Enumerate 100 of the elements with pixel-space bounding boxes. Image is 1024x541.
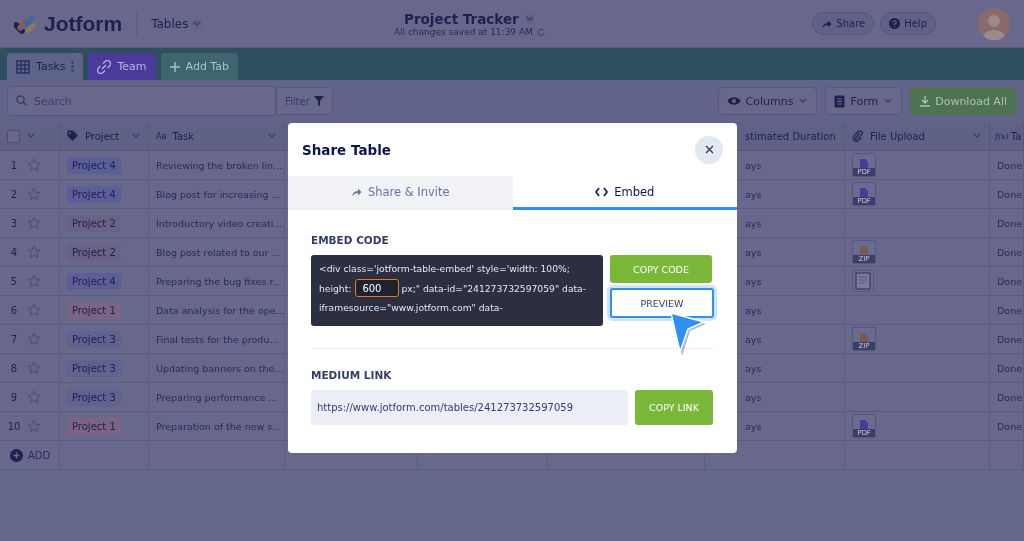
form-icon [834, 94, 846, 108]
plus-icon [169, 61, 180, 72]
table-cell: Final tests for the produ... [156, 333, 279, 345]
document-icon [860, 246, 868, 255]
row-number: 5 [9, 275, 19, 287]
table-cell: ays [745, 304, 762, 316]
table-title: Project Tracker [404, 10, 519, 27]
project-tag: Project 3 [67, 359, 121, 377]
row-number: 1 [9, 159, 19, 171]
document-icon [860, 333, 868, 342]
link-field[interactable]: https://www.jotform.com/tables/241273732597059 [311, 390, 628, 425]
row-number: 8 [9, 362, 19, 374]
table-cell: Done [997, 304, 1022, 316]
star-icon[interactable] [27, 158, 41, 172]
column-header[interactable]: File Upload [870, 130, 925, 142]
project-tag: Project 3 [67, 388, 121, 406]
form-button[interactable]: Form [825, 87, 903, 115]
eye-icon [726, 96, 741, 106]
copy-link-button[interactable]: COPY LINK [635, 390, 713, 425]
star-icon[interactable] [27, 303, 41, 317]
code-line: height: [319, 282, 352, 294]
project-tag: Project 2 [67, 214, 121, 232]
share-icon [350, 186, 362, 197]
table-cell: Done [997, 391, 1022, 403]
avatar-icon [978, 7, 1010, 40]
star-icon[interactable] [27, 419, 41, 433]
star-icon[interactable] [27, 361, 41, 375]
star-icon[interactable] [27, 390, 41, 404]
row-number: 4 [9, 246, 19, 258]
table-cell: Done [997, 362, 1022, 374]
table-cell: ays [745, 391, 762, 403]
column-header[interactable]: Project [85, 130, 120, 142]
preview-button[interactable]: PREVIEW [610, 288, 714, 318]
logo-text: Jotform [44, 11, 123, 36]
help-icon [889, 18, 901, 29]
project-tag: Project 4 [67, 272, 121, 290]
workspace-dropdown[interactable]: Tables [151, 16, 203, 31]
download-icon [920, 95, 931, 107]
close-icon [704, 145, 714, 154]
tag-icon [67, 130, 79, 142]
table-tab[interactable]: Team [88, 53, 156, 80]
help-button[interactable]: Help [880, 12, 936, 35]
column-header[interactable]: Ta [1010, 130, 1022, 142]
height-input[interactable]: 600 [355, 279, 400, 297]
project-tag: Project 2 [67, 243, 121, 261]
image-thumbnail[interactable] [852, 270, 874, 292]
table-cell: Done [997, 217, 1022, 229]
dialog-tab[interactable]: Share & Invite [288, 176, 513, 210]
star-icon[interactable] [27, 187, 41, 201]
filter-icon [313, 96, 324, 106]
document-icon [860, 188, 868, 197]
add-tab-button[interactable]: Add Tab [160, 53, 238, 80]
share-icon [821, 18, 833, 29]
code-line: <div class='jotform-table-embed' style='width: 100%; [319, 263, 571, 274]
table-cell: ays [745, 362, 762, 374]
field-type-label: f(x) [995, 131, 1009, 141]
project-tag: Project 1 [67, 301, 121, 319]
download-all-button[interactable]: Download All [910, 87, 1017, 115]
project-tag: Project 1 [67, 417, 121, 435]
caret-icon [192, 18, 203, 29]
select-all-checkbox[interactable] [7, 129, 20, 143]
code-line: iframesource="www.jotform.com" data- [319, 302, 504, 313]
table-cell: Introductory video creati... [156, 217, 283, 229]
share-button[interactable]: Share [812, 12, 875, 35]
table-cell: Done [997, 420, 1022, 432]
close-button[interactable] [695, 135, 723, 164]
refresh-icon [536, 27, 545, 36]
document-icon [860, 420, 868, 429]
row-number: 6 [9, 304, 19, 316]
code-icon [595, 186, 609, 197]
star-icon[interactable] [27, 274, 41, 288]
copy-code-button[interactable]: COPY CODE [610, 255, 712, 283]
column-header[interactable]: Task [172, 130, 194, 142]
add-row-button[interactable]: ADD [7, 448, 51, 462]
section-label: MEDIUM LINK [311, 369, 393, 381]
plus-circle-icon [10, 448, 23, 462]
table-cell: Blog post for increasing ... [156, 188, 281, 200]
project-tag: Project 4 [67, 156, 121, 174]
code-line: px;" data-id="241273732597059" data- [401, 282, 587, 294]
star-icon[interactable] [27, 245, 41, 259]
table-cell: Done [997, 275, 1022, 287]
paperclip-icon [852, 130, 864, 142]
project-tag: Project 3 [67, 330, 121, 348]
table-cell: Done [997, 333, 1022, 345]
link-icon [97, 59, 112, 74]
star-icon[interactable] [27, 216, 41, 230]
table-cell: ays [745, 333, 762, 345]
row-number: 9 [9, 391, 19, 403]
table-cell: ays [745, 159, 762, 171]
table-tab[interactable]: Tasks [7, 53, 84, 80]
table-cell: Updating banners on the... [156, 362, 284, 374]
caret-icon[interactable] [524, 13, 535, 24]
table-cell: Preparing performance ... [156, 391, 278, 403]
grid-icon [16, 59, 30, 74]
table-cell: ays [745, 188, 762, 200]
table-cell: Blog post related to our ... [156, 246, 281, 258]
table-cell: Done [997, 159, 1022, 171]
table-cell: ays [745, 420, 762, 432]
star-icon[interactable] [27, 332, 41, 346]
columns-button[interactable]: Columns [717, 87, 818, 115]
